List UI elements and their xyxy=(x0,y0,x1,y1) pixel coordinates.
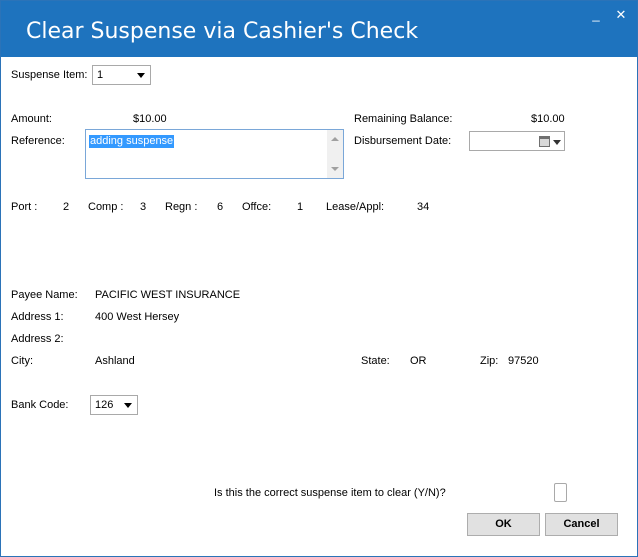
suspense-item-select[interactable]: 1 xyxy=(92,65,151,85)
amount-value: $10.00 xyxy=(133,113,167,125)
amount-label: Amount: xyxy=(11,113,52,125)
bank-code-label: Bank Code: xyxy=(11,399,69,411)
zip-label: Zip: xyxy=(480,355,499,367)
scroll-up-icon[interactable] xyxy=(331,137,339,141)
lease-appl-value: 34 xyxy=(417,201,430,213)
address2-label: Address 2: xyxy=(11,333,64,345)
dialog-window: Clear Suspense via Cashier's Check _ ✕ S… xyxy=(0,0,638,557)
chevron-down-icon xyxy=(124,403,132,408)
remaining-balance-label: Remaining Balance: xyxy=(354,113,453,125)
port-label: Port : xyxy=(11,201,38,213)
dialog-title: Clear Suspense via Cashier's Check xyxy=(26,19,419,44)
address1-label: Address 1: xyxy=(11,311,64,323)
disbursement-date-picker[interactable] xyxy=(469,131,565,151)
ok-button[interactable]: OK xyxy=(467,513,540,536)
regn-value: 6 xyxy=(217,201,224,213)
reference-textarea[interactable]: adding suspense xyxy=(85,129,344,179)
chevron-down-icon[interactable] xyxy=(553,140,561,145)
zip-value: 97520 xyxy=(508,355,539,367)
cancel-button[interactable]: Cancel xyxy=(545,513,618,536)
port-value: 2 xyxy=(63,201,70,213)
payee-name-label: Payee Name: xyxy=(11,289,78,301)
city-value: Ashland xyxy=(95,355,135,367)
confirm-yn-field[interactable] xyxy=(554,483,567,502)
city-label: City: xyxy=(11,355,33,367)
confirm-question: Is this the correct suspense item to cle… xyxy=(214,487,446,499)
payee-name-value: PACIFIC WEST INSURANCE xyxy=(95,289,241,301)
bank-code-value: 126 xyxy=(95,399,114,411)
close-button[interactable]: ✕ xyxy=(613,7,629,23)
office-label: Offce: xyxy=(242,201,272,213)
bank-code-select[interactable]: 126 xyxy=(90,395,138,415)
disbursement-date-label: Disbursement Date: xyxy=(354,135,452,147)
lease-appl-label: Lease/Appl: xyxy=(326,201,385,213)
state-label: State: xyxy=(361,355,390,367)
office-value: 1 xyxy=(297,201,304,213)
regn-label: Regn : xyxy=(165,201,198,213)
calendar-icon[interactable] xyxy=(539,136,550,147)
address1-value: 400 West Hersey xyxy=(95,311,180,323)
reference-scrollbar[interactable] xyxy=(327,130,343,178)
remaining-balance-value: $10.00 xyxy=(531,113,565,125)
scroll-down-icon[interactable] xyxy=(331,167,339,171)
chevron-down-icon xyxy=(137,73,145,78)
comp-value: 3 xyxy=(140,201,147,213)
comp-label: Comp : xyxy=(88,201,124,213)
suspense-item-label: Suspense Item: xyxy=(11,69,88,81)
minimize-button[interactable]: _ xyxy=(588,7,604,23)
state-value: OR xyxy=(410,355,427,367)
reference-label: Reference: xyxy=(11,135,65,147)
title-bar: Clear Suspense via Cashier's Check _ ✕ xyxy=(1,1,637,57)
suspense-item-value: 1 xyxy=(97,69,104,81)
reference-selected-text: adding suspense xyxy=(89,135,175,148)
